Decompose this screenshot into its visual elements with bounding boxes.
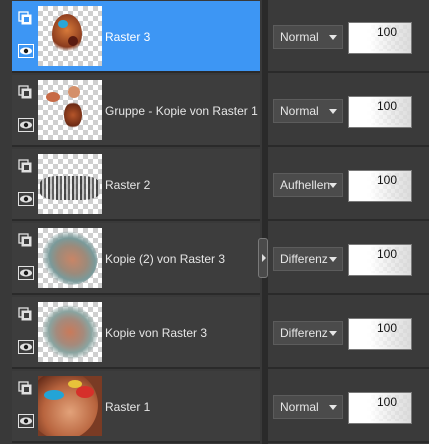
layer-row-icons	[18, 159, 34, 213]
blend-mode-value: Normal	[280, 400, 319, 414]
layers-palette: Raster 3 Gruppe - Kopie von Raster 1 Ras…	[0, 0, 429, 444]
layer-thumbnail	[38, 80, 102, 140]
eye-icon[interactable]	[18, 414, 34, 428]
layer-row-raster-3[interactable]: Raster 3	[12, 1, 260, 73]
layer-type-icon[interactable]	[18, 233, 32, 247]
opacity-value: 100	[376, 99, 397, 113]
blend-mode-select[interactable]: Normal	[273, 395, 343, 419]
layer-row-icons	[18, 381, 34, 435]
layer-thumbnail	[38, 6, 102, 66]
layer-row-icons	[18, 11, 34, 65]
opacity-field[interactable]: 100	[348, 22, 412, 54]
opacity-field[interactable]: 100	[348, 318, 412, 350]
layer-row-kopie-von-raster-3[interactable]: Kopie von Raster 3	[12, 297, 260, 369]
layer-row-kopie-2-von-raster-3[interactable]: Kopie (2) von Raster 3	[12, 223, 260, 295]
layer-properties-panel: Normal 100 Normal 100 Aufhellen 100 Diff…	[268, 0, 429, 444]
layer-type-icon[interactable]	[18, 381, 32, 395]
layer-name: Raster 3	[105, 30, 151, 44]
opacity-value: 100	[376, 321, 397, 335]
layer-name: Kopie von Raster 3	[105, 326, 208, 340]
opacity-value: 100	[376, 395, 397, 409]
chevron-down-icon	[329, 331, 337, 336]
layer-props-row: Aufhellen 100	[268, 149, 429, 221]
chevron-down-icon	[329, 183, 337, 188]
chevron-right-icon[interactable]	[258, 238, 268, 278]
chevron-down-icon	[329, 405, 337, 410]
blend-mode-value: Normal	[280, 104, 319, 118]
opacity-value: 100	[376, 25, 397, 39]
layer-row-gruppe-kopie-von-raster-1[interactable]: Gruppe - Kopie von Raster 1	[12, 75, 260, 147]
chevron-down-icon	[329, 257, 337, 262]
eye-icon[interactable]	[18, 266, 34, 280]
blend-mode-value: Differenz	[280, 252, 328, 266]
layer-row-raster-1[interactable]: Raster 1	[12, 371, 260, 443]
layer-thumbnail	[38, 302, 102, 362]
blend-mode-select[interactable]: Differenz	[273, 321, 343, 345]
layer-row-icons	[18, 85, 34, 139]
opacity-field[interactable]: 100	[348, 392, 412, 424]
opacity-value: 100	[376, 173, 397, 187]
layer-row-raster-2[interactable]: Raster 2	[12, 149, 260, 221]
blend-mode-select[interactable]: Aufhellen	[273, 173, 343, 197]
layer-type-icon[interactable]	[18, 307, 32, 321]
layer-name: Raster 2	[105, 178, 151, 192]
blend-mode-select[interactable]: Normal	[273, 99, 343, 123]
layer-name: Raster 1	[105, 400, 151, 414]
layer-thumbnail	[38, 228, 102, 288]
blend-mode-value: Normal	[280, 30, 319, 44]
layer-row-icons	[18, 307, 34, 361]
layer-type-icon[interactable]	[18, 159, 32, 173]
layer-thumbnail	[38, 376, 102, 436]
layer-list: Raster 3 Gruppe - Kopie von Raster 1 Ras…	[0, 0, 262, 444]
layer-row-icons	[18, 233, 34, 287]
eye-icon[interactable]	[18, 192, 34, 206]
chevron-down-icon	[329, 109, 337, 114]
layer-props-row: Differenz 100	[268, 297, 429, 369]
layer-name: Kopie (2) von Raster 3	[105, 252, 226, 266]
layer-type-icon[interactable]	[18, 11, 32, 25]
opacity-field[interactable]: 100	[348, 244, 412, 276]
blend-mode-select[interactable]: Differenz	[273, 247, 343, 271]
opacity-field[interactable]: 100	[348, 170, 412, 202]
layer-props-row: Normal 100	[268, 75, 429, 147]
eye-icon[interactable]	[18, 44, 34, 58]
blend-mode-value: Aufhellen	[280, 178, 331, 192]
opacity-value: 100	[376, 247, 397, 261]
chevron-down-icon	[329, 35, 337, 40]
blend-mode-select[interactable]: Normal	[273, 25, 343, 49]
layer-props-row: Differenz 100	[268, 223, 429, 295]
layer-name: Gruppe - Kopie von Raster 1	[105, 104, 258, 118]
blend-mode-value: Differenz	[280, 326, 328, 340]
layer-thumbnail	[38, 154, 102, 214]
layer-props-row: Normal 100	[268, 1, 429, 73]
opacity-field[interactable]: 100	[348, 96, 412, 128]
layer-props-row: Normal 100	[268, 371, 429, 443]
layer-type-icon[interactable]	[18, 85, 32, 99]
eye-icon[interactable]	[18, 340, 34, 354]
eye-icon[interactable]	[18, 118, 34, 132]
